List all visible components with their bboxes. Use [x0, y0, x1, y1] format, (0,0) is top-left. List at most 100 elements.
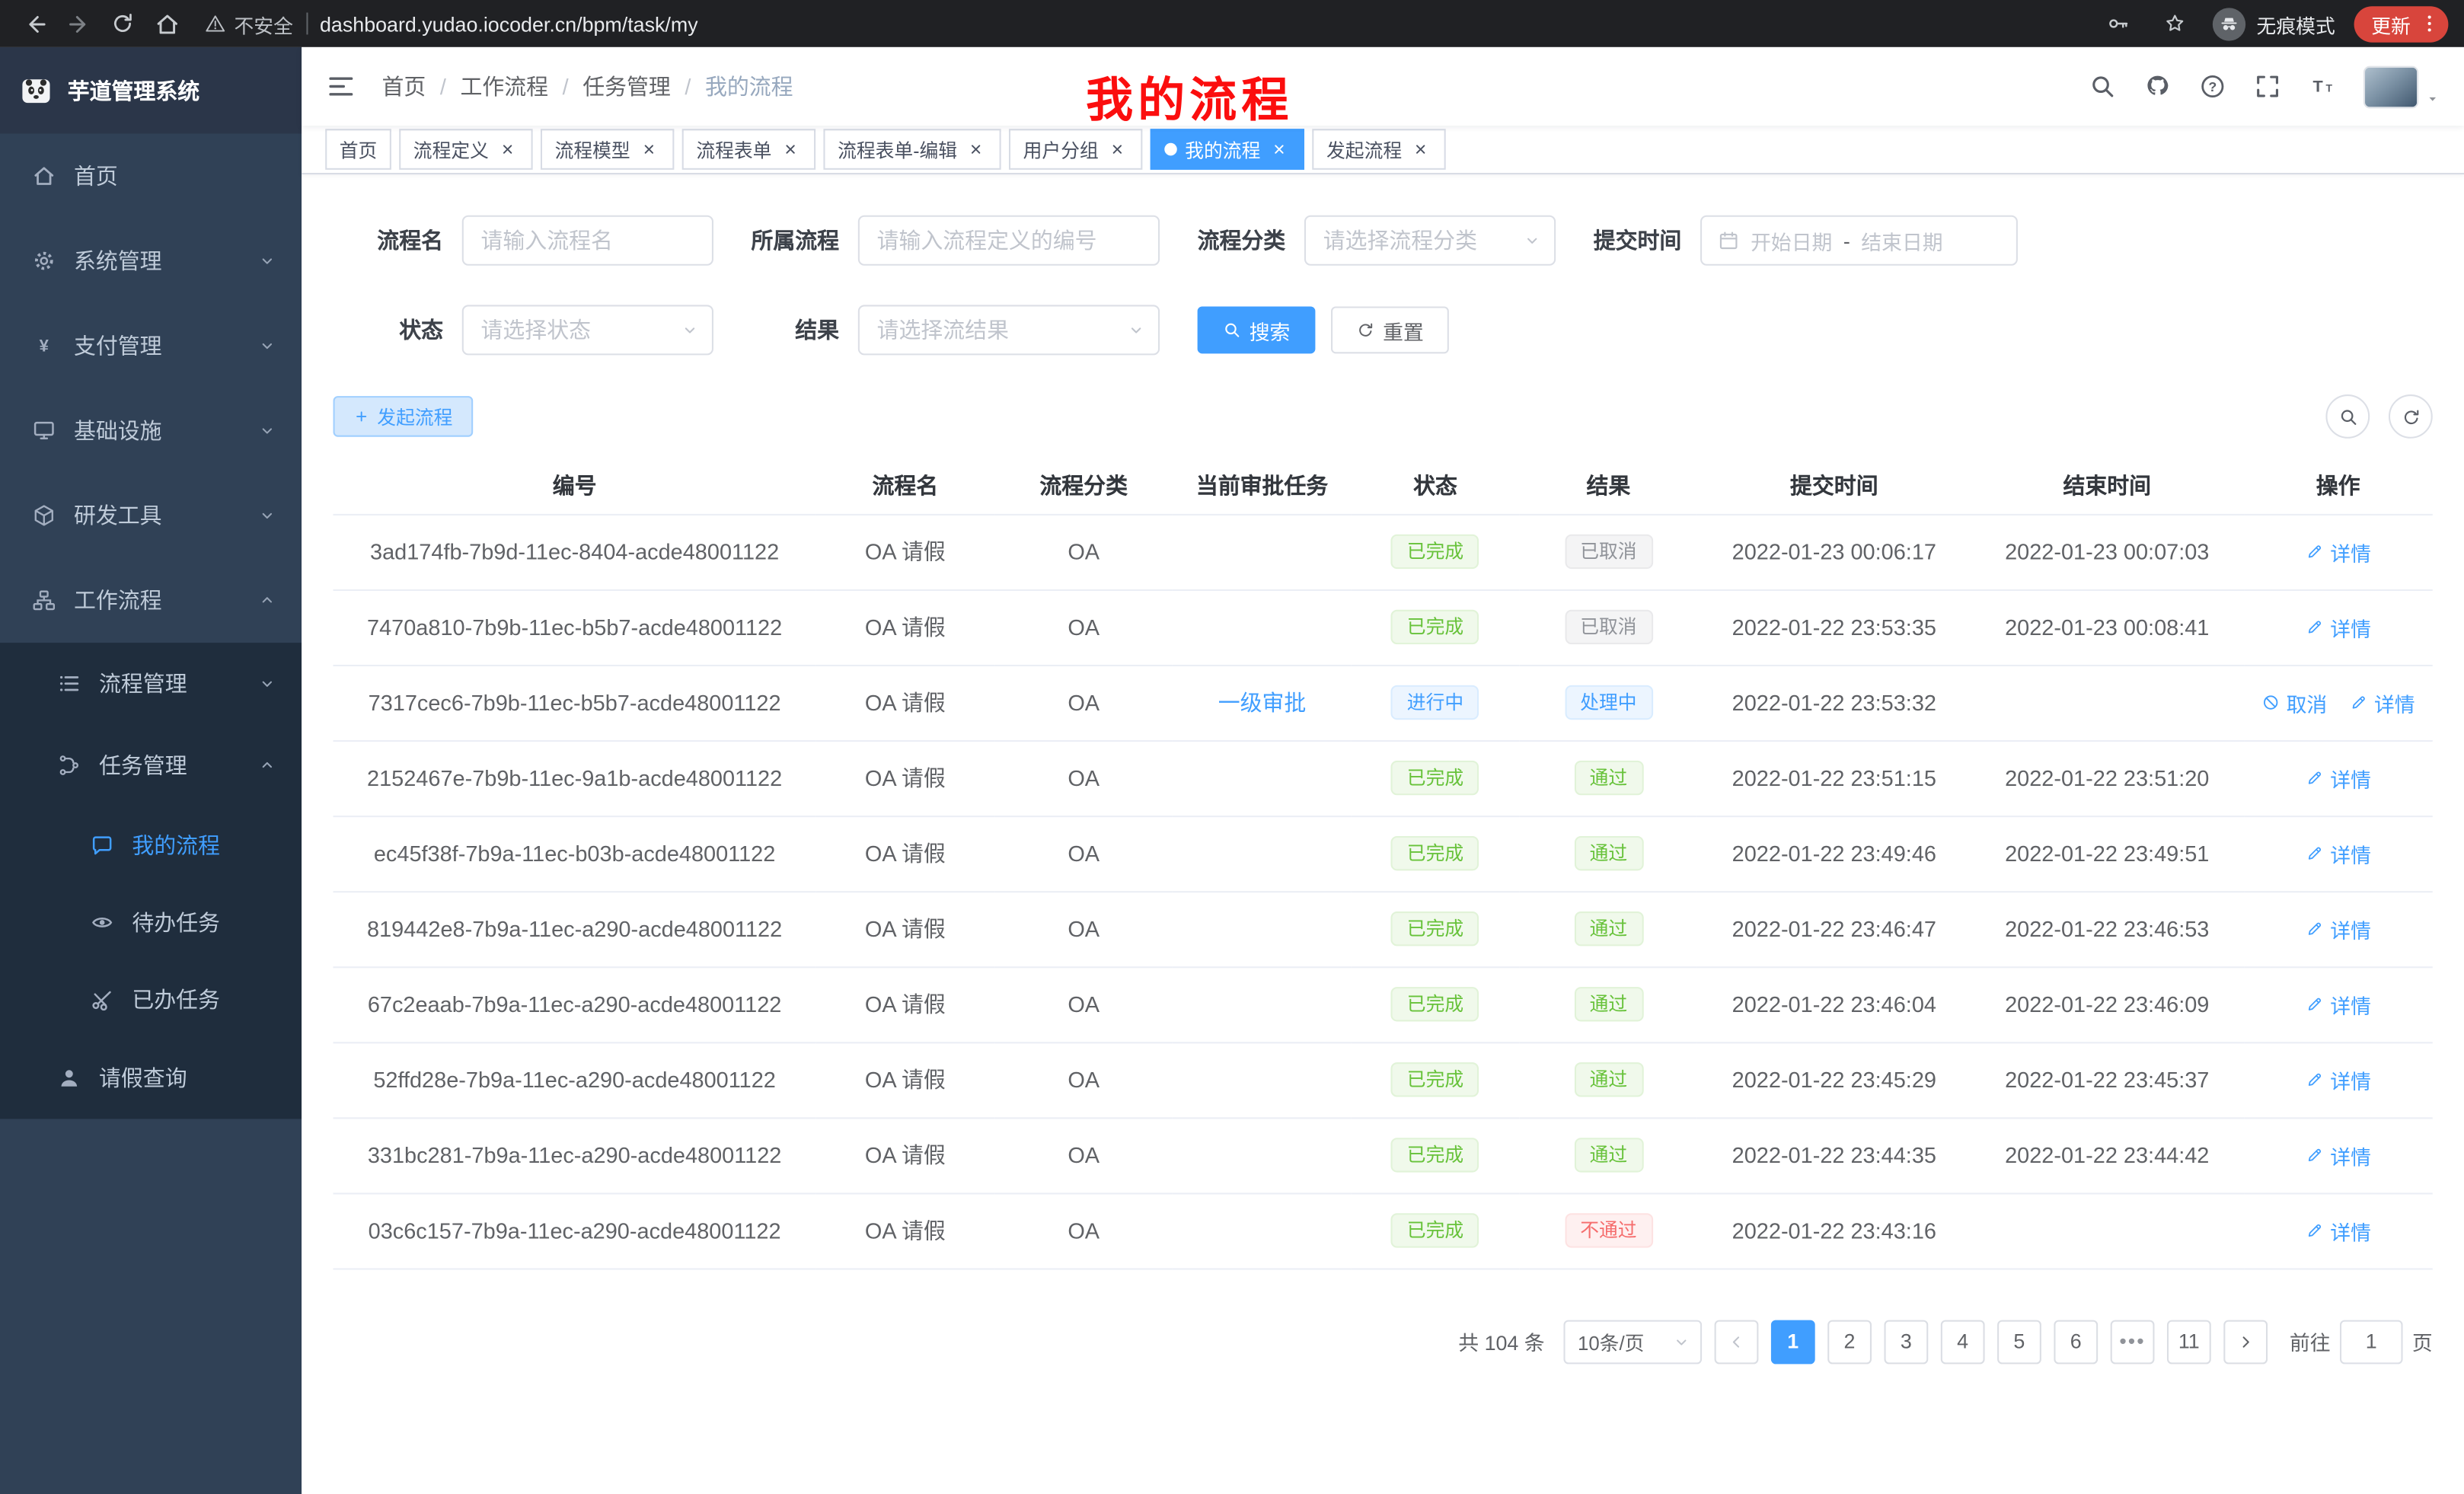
close-icon[interactable] [780, 139, 802, 161]
tab-process-model[interactable]: 流程模型 [541, 129, 674, 170]
table-row: 67c2eaab-7b9a-11ec-a290-acde48001122 OA … [334, 966, 2433, 1042]
current-task-link[interactable]: 一级审批 [1218, 690, 1307, 715]
star-icon [2162, 11, 2188, 36]
close-icon[interactable] [965, 139, 987, 161]
security-chip[interactable]: 不安全 [204, 8, 293, 38]
process-definition-input[interactable] [858, 215, 1160, 266]
result-select[interactable]: 请选择流结果 [858, 305, 1160, 355]
process-name-input[interactable] [462, 215, 713, 266]
tab-process-definition[interactable]: 流程定义 [399, 129, 532, 170]
github-link[interactable] [2143, 72, 2172, 101]
detail-link[interactable]: 详情 [2349, 688, 2415, 717]
sidebar-toggle-button[interactable] [325, 71, 356, 102]
bookmark-button[interactable] [2156, 5, 2194, 43]
browser-back-button[interactable] [16, 5, 54, 43]
submit-time: 2022-01-22 23:51:15 [1732, 765, 1936, 790]
page-button-3[interactable]: 3 [1884, 1320, 1928, 1364]
fullscreen-button[interactable] [2253, 72, 2281, 101]
detail-link[interactable]: 详情 [2305, 989, 2371, 1019]
breadcrumb-home[interactable]: 首页 [382, 71, 426, 102]
prev-page-button[interactable] [1715, 1320, 1759, 1364]
refresh-table-button[interactable] [2389, 394, 2433, 439]
search-button[interactable]: 搜索 [1198, 306, 1316, 353]
process-category-select[interactable]: 请选择流程分类 [1304, 215, 1556, 266]
detail-link[interactable]: 详情 [2305, 1140, 2371, 1170]
sidebar-item-system[interactable]: 系统管理 [0, 219, 302, 303]
status-select[interactable]: 请选择状态 [462, 305, 713, 355]
breadcrumb: 首页 / 工作流程 / 任务管理 / 我的流程 [382, 71, 793, 102]
breadcrumb-workflow[interactable]: 工作流程 [460, 71, 548, 102]
incognito-badge[interactable]: 无痕模式 [2213, 7, 2335, 40]
detail-link[interactable]: 详情 [2305, 1065, 2371, 1094]
page-button-5[interactable]: 5 [1997, 1320, 2041, 1364]
detail-link[interactable]: 详情 [2305, 612, 2371, 642]
sidebar-item-done-tasks[interactable]: 已办任务 [0, 960, 302, 1037]
app-logo[interactable]: 芋道管理系统 [0, 47, 302, 134]
docs-help-button[interactable] [2198, 72, 2226, 101]
page-button-2[interactable]: 2 [1827, 1320, 1872, 1364]
detail-link[interactable]: 详情 [2305, 1215, 2371, 1245]
page-button-1[interactable]: 1 [1771, 1320, 1815, 1364]
tab-home[interactable]: 首页 [325, 129, 391, 170]
passkey-button[interactable] [2099, 5, 2137, 43]
detail-link[interactable]: 详情 [2305, 914, 2371, 943]
chrome-update-button[interactable]: 更新 [2354, 5, 2449, 41]
sidebar-item-devtools[interactable]: 研发工具 [0, 473, 302, 557]
close-icon[interactable] [1269, 139, 1291, 161]
tab-user-group[interactable]: 用户分组 [1009, 129, 1142, 170]
header-search-button[interactable] [2089, 72, 2117, 101]
plus-icon [353, 409, 369, 425]
col-name: 流程名 [816, 459, 994, 514]
submit-time: 2022-01-22 23:43:16 [1732, 1218, 1936, 1243]
sidebar-item-home[interactable]: 首页 [0, 133, 302, 218]
detail-link[interactable]: 详情 [2305, 537, 2371, 567]
sidebar-item-infrastructure[interactable]: 基础设施 [0, 388, 302, 473]
font-size-button[interactable] [2309, 72, 2337, 101]
process-category: OA [1068, 1218, 1100, 1243]
chevron-left-icon [1727, 1332, 1746, 1351]
breadcrumb-task-management[interactable]: 任务管理 [582, 71, 671, 102]
page-size-select[interactable]: 10条/页 [1563, 1320, 1702, 1364]
submit-time-range-picker[interactable]: 开始日期 - 结束日期 [1700, 215, 2018, 266]
sidebar-item-process-management[interactable]: 流程管理 [0, 643, 302, 724]
detail-link[interactable]: 详情 [2305, 838, 2371, 868]
cancel-icon [2261, 693, 2280, 712]
tab-process-form-edit[interactable]: 流程表单-编辑 [824, 129, 1001, 170]
sidebar-item-leave-query[interactable]: 请假查询 [0, 1037, 302, 1119]
close-icon[interactable] [1106, 139, 1128, 161]
process-category: OA [1068, 690, 1100, 715]
initiate-process-button[interactable]: 发起流程 [334, 396, 474, 437]
browser-reload-button[interactable] [104, 5, 142, 43]
home-icon [31, 164, 56, 189]
tab-process-form[interactable]: 流程表单 [682, 129, 815, 170]
sidebar: 芋道管理系统 首页 系统管理 支付管理 基础设施 [0, 47, 302, 1494]
tab-my-processes[interactable]: 我的流程 [1151, 129, 1304, 170]
process-id: 819442e8-7b9a-11ec-a290-acde48001122 [367, 916, 782, 941]
address-bar[interactable]: 不安全 dashboard.yudao.iocoder.cn/bpm/task/… [204, 8, 2093, 38]
page-button-6[interactable]: 6 [2054, 1320, 2098, 1364]
page-jump-input[interactable] [2340, 1320, 2403, 1364]
toggle-search-button[interactable] [2325, 394, 2370, 439]
reset-button[interactable]: 重置 [1331, 306, 1449, 353]
sidebar-item-my-processes[interactable]: 我的流程 [0, 806, 302, 883]
avatar [2363, 65, 2418, 108]
submit-time: 2022-01-22 23:46:47 [1732, 916, 1936, 941]
sidebar-item-workflow[interactable]: 工作流程 [0, 558, 302, 643]
close-icon[interactable] [496, 139, 519, 161]
close-icon[interactable] [638, 139, 660, 161]
detail-link[interactable]: 详情 [2305, 763, 2371, 793]
sidebar-item-todo-tasks[interactable]: 待办任务 [0, 883, 302, 960]
browser-forward-button[interactable] [59, 5, 97, 43]
sidebar-item-task-management[interactable]: 任务管理 [0, 724, 302, 806]
pagination-ellipsis[interactable]: ••• [2111, 1320, 2155, 1364]
sidebar-item-payment[interactable]: 支付管理 [0, 303, 302, 388]
cancel-link[interactable]: 取消 [2261, 688, 2328, 717]
col-current-task: 当前审批任务 [1173, 459, 1351, 514]
page-button-4[interactable]: 4 [1941, 1320, 1985, 1364]
tab-initiate-process[interactable]: 发起流程 [1312, 129, 1445, 170]
user-menu[interactable] [2363, 65, 2440, 108]
close-icon[interactable] [1409, 139, 1431, 161]
page-button-11[interactable]: 11 [2167, 1320, 2211, 1364]
next-page-button[interactable] [2223, 1320, 2268, 1364]
browser-home-button[interactable] [148, 5, 186, 43]
